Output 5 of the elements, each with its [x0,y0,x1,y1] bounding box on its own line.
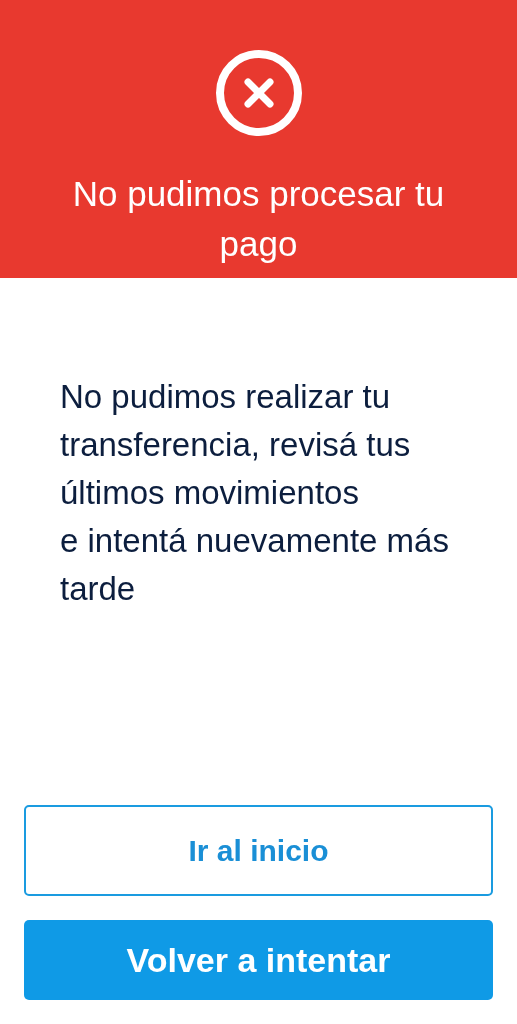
error-icon [214,49,303,137]
retry-button[interactable]: Volver a intentar [24,920,493,1000]
error-title: No pudimos procesar tu pago [71,173,446,265]
home-button[interactable]: Ir al inicio [24,805,493,896]
error-message: No pudimos realizar tu transferencia, revisá tus últimos movimientos e intentá nuevamente más tarde [60,377,450,609]
